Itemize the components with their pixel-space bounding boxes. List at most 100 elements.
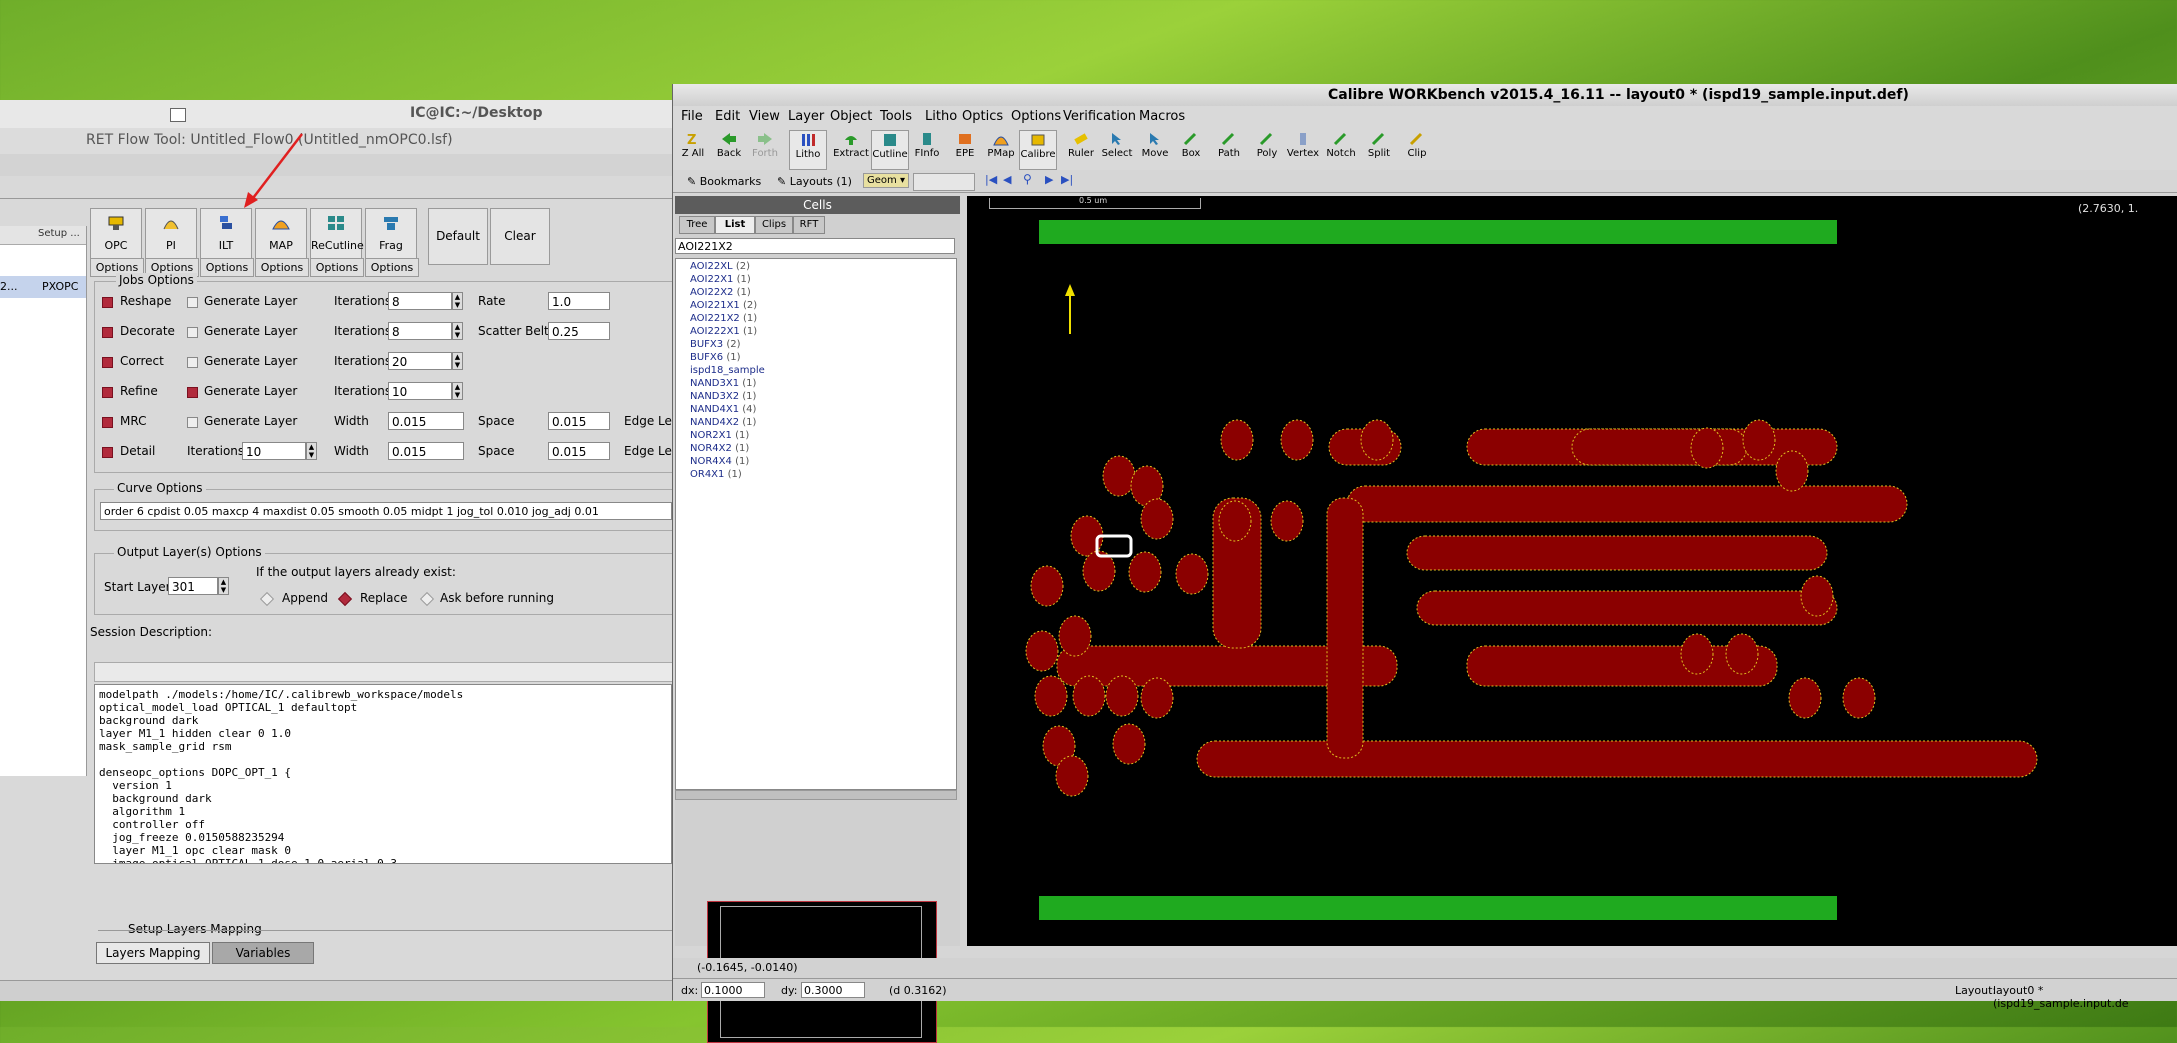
correct-iterations-spinner[interactable]: ▲ ▼ [452,352,463,370]
detail-iterations-spinner[interactable]: ▲ ▼ [306,442,317,460]
mrc-width-field[interactable]: 0.015 [388,412,464,430]
vertex-button[interactable]: Vertex [1285,130,1321,168]
cell-list-item[interactable]: BUFX3 (2) [690,339,741,350]
menu-object[interactable]: Object [830,109,872,124]
prev-page-icon[interactable]: ◀ [1003,173,1011,186]
layout-canvas[interactable] [967,196,2177,946]
menu-file[interactable]: File [681,109,703,124]
menu-verification[interactable]: Verification [1063,109,1136,124]
cell-list-scrollbar[interactable] [675,790,957,800]
tab-list[interactable]: List [715,216,755,234]
extract-button[interactable]: Extract [833,130,869,168]
epe-button[interactable]: EPE [947,130,983,168]
first-page-icon[interactable]: |◀ [985,173,997,186]
detail-iterations-field[interactable]: 10 [242,442,306,460]
move-button[interactable]: Move [1137,130,1173,168]
clear-button[interactable]: Clear [490,208,550,265]
menu-tools[interactable]: Tools [880,109,912,124]
tab-variables[interactable]: Variables [212,942,314,964]
litho-button[interactable]: Litho [789,130,827,170]
menu-macros[interactable]: Macros [1139,109,1185,124]
scatter-belt-field[interactable]: 0.25 [548,322,610,340]
refine-checkbox[interactable] [102,387,113,398]
decorate-iterations-spinner[interactable]: ▲ ▼ [452,322,463,340]
reshape-iterations-field[interactable]: 8 [388,292,452,310]
cell-list-item[interactable]: NAND3X2 (1) [690,391,756,402]
ruler-button[interactable]: Ruler [1063,130,1099,168]
layouts-button[interactable]: ✎ Layouts (1) [777,175,852,188]
session-description-field[interactable] [94,662,674,682]
start-layer-field[interactable]: 301 [168,577,218,595]
finfo-button[interactable]: FInfo [909,130,945,168]
decorate-iterations-field[interactable]: 8 [388,322,452,340]
frag-button[interactable]: Frag [365,208,417,260]
split-button[interactable]: Split [1361,130,1397,168]
cell-list-item[interactable]: AOI221X1 (2) [690,300,757,311]
cutline-button[interactable]: Cutline [871,130,909,170]
clip-button[interactable]: Clip [1399,130,1435,168]
forth-button[interactable]: Forth [747,130,783,168]
start-layer-spinner[interactable]: ▲ ▼ [218,577,229,595]
decorate-generate-checkbox[interactable] [187,327,198,338]
zoom-icon[interactable]: ⚲ [1023,172,1032,186]
cell-list-item[interactable]: AOI22X2 (1) [690,287,751,298]
flow-list-row[interactable]: 2... PXOPC [0,276,86,298]
tab-clips[interactable]: Clips [755,216,793,234]
menu-options[interactable]: Options [1011,109,1061,124]
cell-list-item[interactable]: AOI221X2 (1) [690,313,757,324]
default-button[interactable]: Default [428,208,488,265]
detail-checkbox[interactable] [102,447,113,458]
cell-list-item[interactable]: NOR4X4 (1) [690,456,749,467]
last-page-icon[interactable]: ▶| [1061,173,1073,186]
curve-options-field[interactable]: order 6 cpdist 0.05 maxcp 4 maxdist 0.05… [100,502,672,520]
cell-list-item[interactable]: NAND3X1 (1) [690,378,756,389]
tab-rft[interactable]: RFT [793,216,825,234]
zoom-all-button[interactable]: Z Z All [675,130,711,168]
geom-field[interactable] [913,173,975,191]
menu-optics[interactable]: Optics [962,109,1003,124]
cell-list-item[interactable]: AOI22X1 (1) [690,274,751,285]
pmap-button[interactable]: PMap [983,130,1019,168]
menu-view[interactable]: View [749,109,780,124]
layout-drawing[interactable] [967,196,2177,946]
ilt-options-button[interactable]: Options [200,258,254,277]
select-button[interactable]: Select [1099,130,1135,168]
ilt-button[interactable]: ILT [200,208,252,260]
ret-titlebar[interactable]: IC@IC:~/Desktop [0,100,672,129]
reshape-checkbox[interactable] [102,297,113,308]
cell-list-item[interactable]: NAND4X1 (4) [690,404,756,415]
dy-field[interactable]: 0.3000 [801,982,865,998]
poly-button[interactable]: Poly [1249,130,1285,168]
decorate-checkbox[interactable] [102,327,113,338]
tab-layers-mapping[interactable]: Layers Mapping [96,942,210,964]
calibre-titlebar[interactable]: Calibre WORKbench v2015.4_16.11 -- layou… [673,84,2177,107]
calibre-button[interactable]: Calibre [1019,130,1057,170]
back-button[interactable]: Back [711,130,747,168]
dx-field[interactable]: 0.1000 [701,982,765,998]
cell-list-item[interactable]: OR4X1 (1) [690,469,742,480]
notch-button[interactable]: Notch [1323,130,1359,168]
cell-list-item[interactable]: NAND4X2 (1) [690,417,756,428]
cell-list-item[interactable]: NOR2X1 (1) [690,430,749,441]
correct-iterations-field[interactable]: 20 [388,352,452,370]
reshape-iterations-spinner[interactable]: ▲ ▼ [452,292,463,310]
opc-button[interactable]: OPC [90,208,142,260]
reshape-generate-checkbox[interactable] [187,297,198,308]
cell-list[interactable]: AOI22XL (2) AOI22X1 (1) AOI22X2 (1) AOI221X… [675,258,957,790]
menu-litho[interactable]: Litho [925,109,957,124]
cell-list-item[interactable]: NOR4X2 (1) [690,443,749,454]
flow-step-list[interactable]: Setup ... 2... PXOPC [0,226,87,776]
path-button[interactable]: Path [1211,130,1247,168]
detail-width-field[interactable]: 0.015 [388,442,464,460]
setup-script-text[interactable]: modelpath ./models:/home/IC/.calibrewb_w… [94,684,672,864]
menu-layer[interactable]: Layer [788,109,824,124]
map-options-button[interactable]: Options [255,258,309,277]
reshape-rate-field[interactable]: 1.0 [548,292,610,310]
recutline-button[interactable]: ReCutline [310,208,364,260]
cell-list-item[interactable]: AOI22XL (2) [690,261,750,272]
frag-options-button[interactable]: Options [365,258,419,277]
map-button[interactable]: MAP [255,208,307,260]
refine-iterations-spinner[interactable]: ▲ ▼ [452,382,463,400]
cell-filter-input[interactable]: AOI221X2 [675,238,955,254]
next-page-icon[interactable]: ▶ [1045,173,1053,186]
